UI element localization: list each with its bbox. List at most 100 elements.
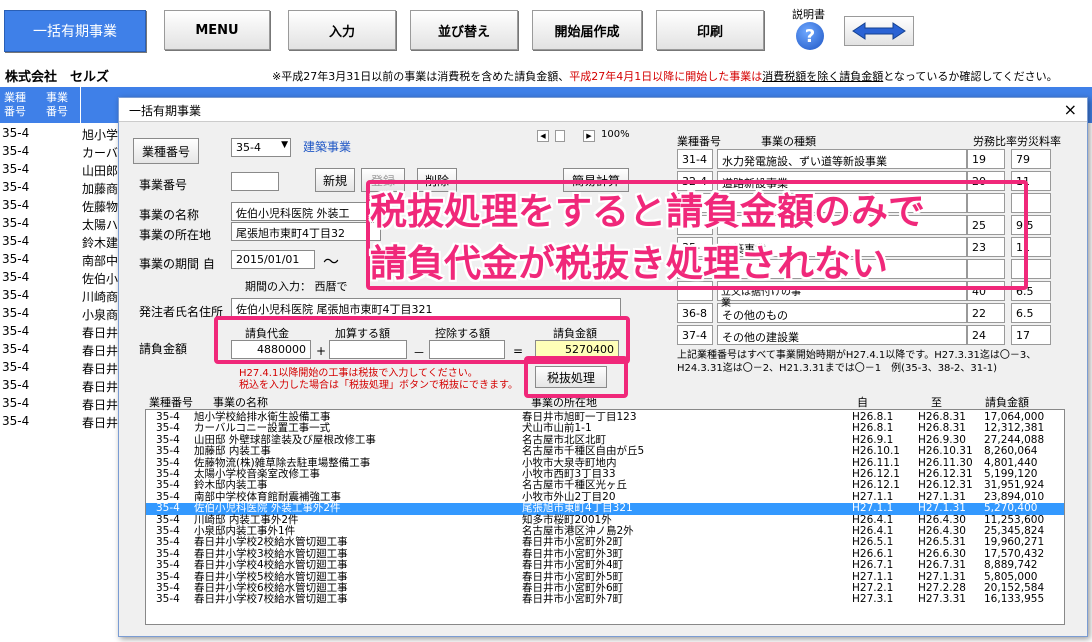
row-from: H26.5.1 xyxy=(852,536,894,549)
print-button[interactable]: 印刷 xyxy=(656,10,764,50)
row-name: 春日井小学校5校給水管切廻工事 xyxy=(194,570,348,583)
annotation-frame-button xyxy=(524,356,628,398)
row-address: 春日井市小宮町外4町 xyxy=(522,559,624,572)
orderer-input[interactable]: 佐伯小児科医院 尾張旭市東町4丁目321 xyxy=(231,298,621,317)
bg-row-name: 小泉商 xyxy=(82,308,119,322)
tbl-cell-labor: 22 xyxy=(967,303,1005,323)
bg-row-type: 35-4 xyxy=(2,342,30,356)
row-from: H26.10.1 xyxy=(852,445,900,458)
new-button[interactable]: 新規 xyxy=(315,168,355,192)
tax-warning-2: 税込を入力した場合は「税抜処理」ボタンで税抜にできます。 xyxy=(239,380,518,391)
type-number-button[interactable]: 業種番号 xyxy=(133,138,199,164)
bg-row-name: 旭小学 xyxy=(82,128,119,142)
row-name: 鈴木邸内装工事 xyxy=(194,479,268,492)
bg-header-divider xyxy=(80,87,81,123)
tbl-header-no: 業種番号 xyxy=(677,135,721,148)
list-row[interactable]: 35-4 春日井小学校4校給水管切廻工事 春日井市小宮町外4町 H26.7.1 H26.… xyxy=(146,560,1064,571)
tbl-side-label: 立又は据付けの事業 xyxy=(721,287,801,309)
project-name-input[interactable]: 佐伯小児科医院 外装工 xyxy=(231,202,381,221)
zoom-level: 100% xyxy=(601,129,630,140)
row-name: 佐伯小児科医院 外装工事外2件 xyxy=(194,502,341,515)
row-type: 35-4 xyxy=(156,559,180,572)
row-from: H27.1.1 xyxy=(852,490,894,503)
period-hint: 期間の入力： 西暦で xyxy=(245,280,348,293)
row-to: H26.12.31 xyxy=(918,479,973,492)
row-amount: 8,260,064 xyxy=(984,445,1038,458)
list-header-name: 事業の名称 xyxy=(213,396,268,409)
bg-row-type: 35-4 xyxy=(2,396,30,410)
notice-text: ※平成27年3月31日以前の事業は消費税を含めた請負金額、平成27年4月1日以降… xyxy=(272,68,1058,84)
scroll-right-icon[interactable]: ▶ xyxy=(583,130,595,142)
row-name: 春日井小学校7校給水管切廻工事 xyxy=(194,593,348,606)
row-type: 35-4 xyxy=(156,547,180,560)
row-name: 加藤邸 内装工事 xyxy=(194,445,271,458)
project-address-label: 事業の所在地 xyxy=(139,228,212,242)
bg-row-name: 加藤商 xyxy=(82,182,119,196)
start-report-button[interactable]: 開始届作成 xyxy=(532,10,642,50)
row-type: 35-4 xyxy=(156,479,180,492)
row-amount: 5,805,000 xyxy=(984,570,1038,583)
row-amount: 17,064,000 xyxy=(984,411,1045,423)
row-to: H26.12.31 xyxy=(918,468,973,480)
bg-row-type: 35-4 xyxy=(2,288,30,302)
row-from: H27.1.1 xyxy=(852,502,894,515)
type-number-select[interactable]: 35-4 ▼ xyxy=(231,138,291,157)
row-to: H26.8.31 xyxy=(918,422,966,435)
sort-button[interactable]: 並び替え xyxy=(410,10,518,50)
list-row[interactable]: 35-4 春日井小学校7校給水管切廻工事 春日井市小宮町外7町 H27.3.1 H27.… xyxy=(146,594,1064,605)
row-from: H26.7.1 xyxy=(852,559,894,572)
period-tilde: ～ xyxy=(323,252,340,271)
help-icon[interactable]: ? xyxy=(796,22,824,50)
row-from: H26.4.1 xyxy=(852,513,894,526)
input-button[interactable]: 入力 xyxy=(288,10,396,50)
back-forward-button[interactable] xyxy=(844,16,914,46)
period-from-input[interactable]: 2015/01/01 xyxy=(231,250,315,269)
row-amount: 5,199,120 xyxy=(984,468,1038,480)
zoom-scroller[interactable]: ◀ ▶ xyxy=(537,130,597,142)
row-type: 35-4 xyxy=(156,570,180,583)
row-to: H27.3.31 xyxy=(918,593,966,606)
bg-row-name: 佐伯小 xyxy=(82,272,119,286)
row-from: H26.8.1 xyxy=(852,411,894,423)
annotation-line-1: 税抜処理をすると請負金額のみで xyxy=(370,190,926,234)
row-type: 35-4 xyxy=(156,456,180,469)
row-to: H27.1.31 xyxy=(918,570,966,583)
row-from: H27.1.1 xyxy=(852,570,894,583)
row-type: 35-4 xyxy=(156,490,180,503)
tbl-header-kind: 事業の種類 xyxy=(761,135,816,148)
project-number-input[interactable] xyxy=(231,172,279,191)
list-row[interactable]: 35-4 佐伯小児科医院 外装工事外2件 尾張旭市東町4丁目321 H27.1.1 H2… xyxy=(146,502,1064,515)
annotation-line-2: 請負代金が税抜き処理されない xyxy=(370,242,889,286)
row-type: 35-4 xyxy=(156,513,180,526)
row-address: 春日井市小宮町外2町 xyxy=(522,536,624,549)
bg-row-name: 川崎商 xyxy=(82,290,119,304)
scroll-thumb[interactable] xyxy=(555,130,565,142)
list-header-from: 自 xyxy=(857,396,868,409)
close-icon[interactable]: × xyxy=(1064,100,1077,119)
project-list[interactable]: 35-4 旭小学校給排水衛生設備工事 春日井市旭町一丁目123 H26.8.1 H26.… xyxy=(145,409,1065,625)
row-type: 35-4 xyxy=(156,411,180,423)
row-to: H27.1.31 xyxy=(918,502,966,515)
tbl-header-labor: 労務比率 xyxy=(973,135,1017,148)
row-to: H27.2.28 xyxy=(918,582,966,594)
row-type: 35-4 xyxy=(156,593,180,606)
bg-row-type: 35-4 xyxy=(2,126,30,140)
scroll-left-icon[interactable]: ◀ xyxy=(537,130,549,142)
notice-part-2: 平成27年4月1日以降に開始した事業は xyxy=(569,70,763,83)
list-row[interactable]: 35-4 加藤邸 内装工事 名古屋市千種区自由が丘5 H26.10.1 H26.10.3… xyxy=(146,446,1064,457)
row-address: 春日井市小宮町外5町 xyxy=(522,570,624,583)
bg-row-type: 35-4 xyxy=(2,324,30,338)
project-address-input[interactable]: 尾張旭市東町4丁目32 xyxy=(231,222,381,241)
tbl-header-acc: 労災料率 xyxy=(1017,135,1061,148)
bg-row-name: 春日井 xyxy=(82,398,119,412)
main-tab-button[interactable]: 一括有期事業 xyxy=(4,10,146,52)
bg-row-name: 春日井 xyxy=(82,416,119,430)
row-address: 春日井市小宮町外7町 xyxy=(522,593,624,606)
notice-part-4: となっているか確認してください。 xyxy=(883,70,1058,83)
row-type: 35-4 xyxy=(156,422,180,435)
row-to: H26.4.30 xyxy=(918,513,966,526)
type-note-2: H24.3.31迄は〇－2、H21.3.31までは〇－1 例(35-3、38-2… xyxy=(677,363,997,374)
row-to: H26.9.30 xyxy=(918,433,966,446)
chevron-down-icon: ▼ xyxy=(281,140,288,150)
menu-button[interactable]: MENU xyxy=(164,10,270,50)
